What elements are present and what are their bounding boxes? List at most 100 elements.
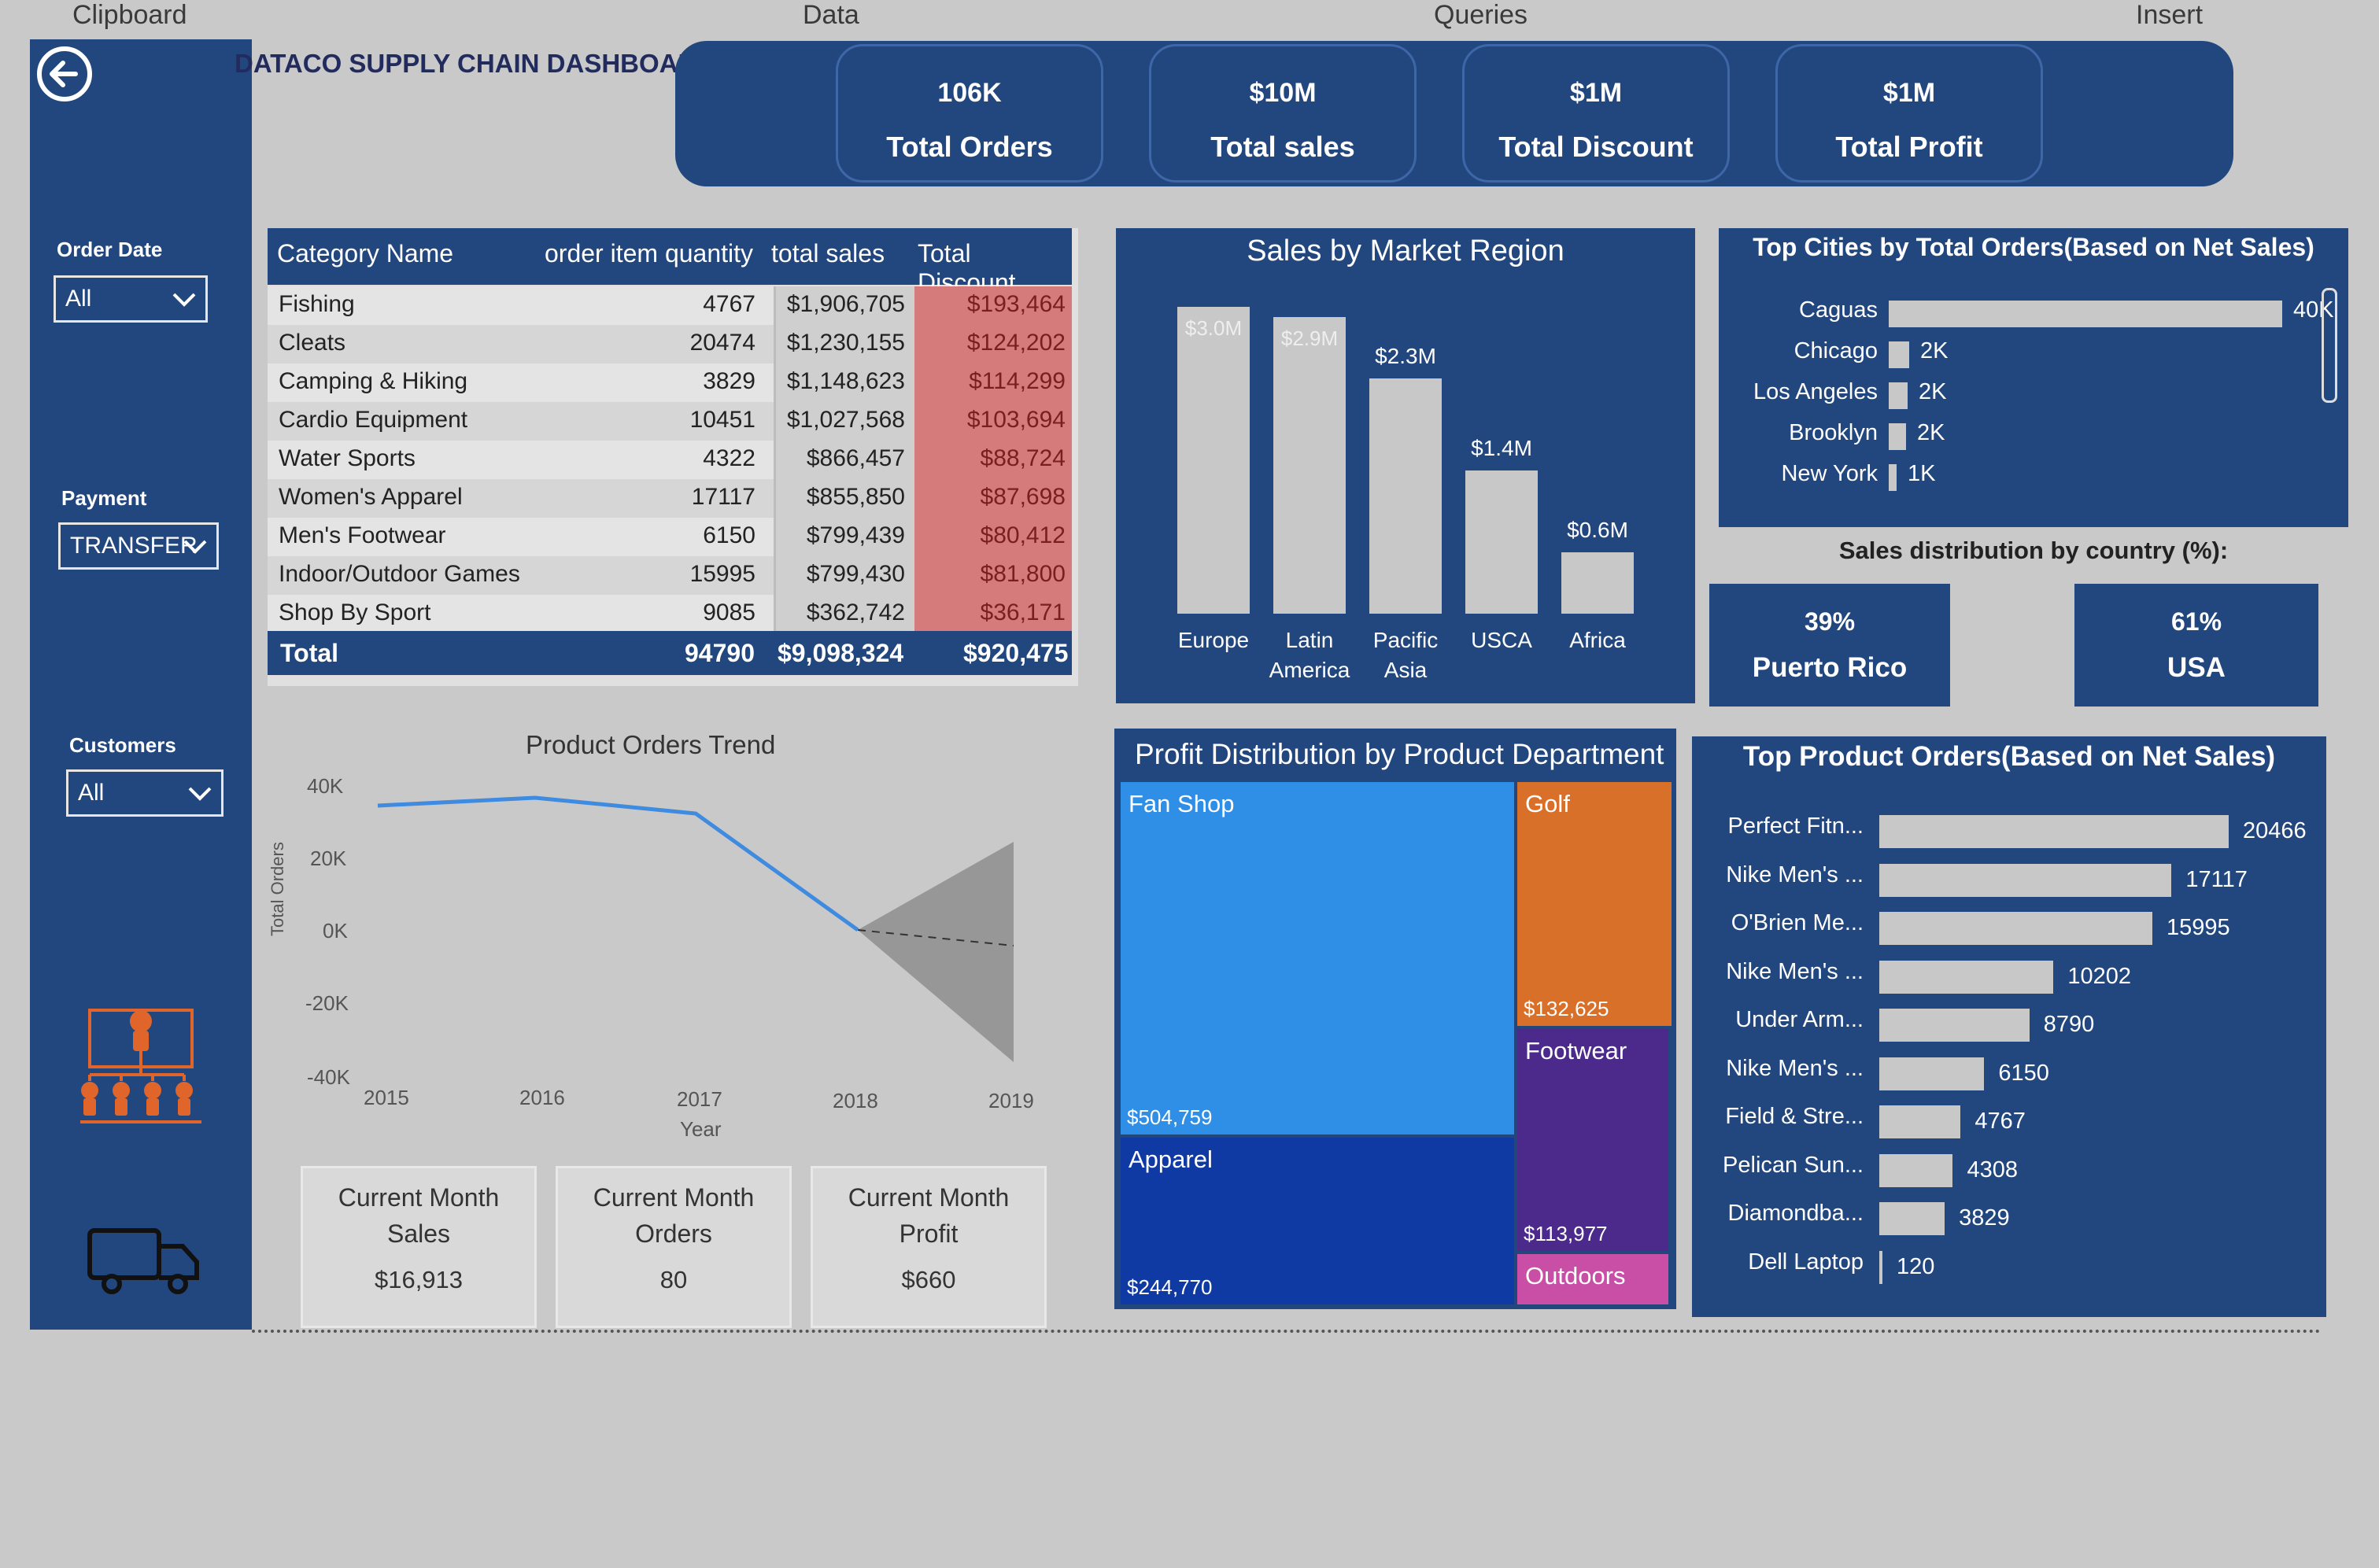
- product-name: Under Arm...: [1735, 1007, 1864, 1032]
- top-cities-title: Top Cities by Total Orders(Based on Net …: [1753, 233, 2314, 261]
- scrollbar[interactable]: [2322, 288, 2337, 403]
- table-row[interactable]: Women's Apparel 17117 $855,850 $87,698: [268, 479, 1072, 518]
- kpi-label: Total Orders: [886, 131, 1053, 163]
- country-card-puerto-rico[interactable]: 39% Puerto Rico: [1709, 584, 1950, 707]
- header-order-quantity[interactable]: order item quantity: [545, 239, 753, 268]
- region-label: Europe: [1177, 628, 1250, 652]
- table-row[interactable]: Men's Footwear 6150 $799,439 $80,412: [268, 518, 1072, 556]
- chevron-down-icon: [172, 293, 196, 307]
- dept-value: $113,977: [1524, 1222, 1608, 1245]
- total-qty: 94790: [685, 639, 755, 667]
- treemap-cell[interactable]: Apparel $244,770: [1121, 1138, 1514, 1304]
- card-title-line2: Orders: [635, 1219, 712, 1248]
- country-name: USA: [2167, 652, 2226, 683]
- category-name: Fishing: [279, 291, 355, 317]
- order-quantity: 10451: [689, 407, 755, 433]
- total-sales: $9,098,324: [778, 639, 904, 667]
- customers-value: All: [78, 780, 105, 806]
- city-value: 2K: [1920, 338, 1949, 363]
- city-name: Los Angeles: [1753, 379, 1878, 404]
- region-bar[interactable]: [1177, 307, 1250, 614]
- product-bar[interactable]: [1879, 1009, 2030, 1042]
- card-value: $16,913: [374, 1266, 464, 1293]
- page-divider: [252, 1330, 2322, 1333]
- city-bar[interactable]: [1889, 423, 1906, 450]
- country-dist-title: Sales distribution by country (%):: [1838, 537, 2229, 564]
- ribbon-data[interactable]: Data: [803, 0, 859, 31]
- product-bar[interactable]: [1879, 1105, 1961, 1138]
- header-total-sales[interactable]: total sales: [771, 239, 885, 268]
- ribbon-queries[interactable]: Queries: [1434, 0, 1528, 31]
- region-value: $2.9M: [1280, 327, 1339, 350]
- city-bar[interactable]: [1889, 382, 1908, 409]
- category-name: Cardio Equipment: [279, 407, 468, 433]
- table-row[interactable]: Cardio Equipment 10451 $1,027,568 $103,694: [268, 402, 1072, 441]
- header-category-name[interactable]: Category Name: [277, 239, 453, 268]
- dept-value: $244,770: [1127, 1275, 1213, 1299]
- product-bar[interactable]: [1879, 1153, 1953, 1187]
- product-bar[interactable]: [1879, 863, 2172, 897]
- category-name: Water Sports: [279, 445, 416, 471]
- order-quantity: 9085: [703, 600, 755, 625]
- table-row[interactable]: Shop By Sport 9085 $362,742 $36,171: [268, 595, 1072, 633]
- product-bar[interactable]: [1879, 1250, 1882, 1284]
- trend-y-tick: -40K: [307, 1065, 350, 1089]
- product-name: Field & Stre...: [1725, 1104, 1864, 1129]
- customers-dropdown[interactable]: All: [66, 769, 223, 817]
- treemap-cell[interactable]: Fan Shop $504,759: [1121, 782, 1514, 1134]
- region-bar[interactable]: [1465, 470, 1538, 614]
- order-quantity: 6150: [703, 522, 755, 548]
- region-label: Africa: [1569, 628, 1626, 652]
- table-row[interactable]: Cleats 20474 $1,230,155 $124,202: [268, 325, 1072, 363]
- table-row[interactable]: Fishing 4767 $1,906,705 $193,464: [268, 286, 1072, 325]
- ribbon-clipboard[interactable]: Clipboard: [72, 0, 187, 31]
- city-bar[interactable]: [1889, 301, 2282, 327]
- region-bar[interactable]: [1561, 552, 1634, 614]
- city-bar[interactable]: [1889, 341, 1909, 368]
- customers-label: Customers: [69, 733, 176, 757]
- region-label: USCA: [1471, 628, 1532, 652]
- kpi-total-profit[interactable]: $1M Total Profit: [1775, 44, 2043, 183]
- current-month-sales-card[interactable]: Current Month Sales $16,913: [301, 1166, 537, 1328]
- current-month-profit-card[interactable]: Current Month Profit $660: [811, 1166, 1047, 1328]
- table-row[interactable]: Indoor/Outdoor Games 15995 $799,430 $81,800: [268, 556, 1072, 595]
- trend-title: Product Orders Trend: [526, 730, 776, 759]
- kpi-label: Total Profit: [1835, 131, 1983, 163]
- top-products-panel: Top Product Orders(Based on Net Sales) P…: [1692, 736, 2326, 1317]
- kpi-total-orders[interactable]: 106K Total Orders: [836, 44, 1103, 183]
- card-title-line1: Current Month: [848, 1183, 1010, 1212]
- product-name: O'Brien Me...: [1731, 910, 1864, 935]
- kpi-value: $1M: [1882, 78, 1936, 108]
- city-bar[interactable]: [1889, 464, 1897, 491]
- region-bar[interactable]: [1369, 378, 1442, 614]
- product-value: 4308: [1967, 1157, 2018, 1182]
- profit-dept-panel: Profit Distribution by Product Departmen…: [1114, 729, 1676, 1309]
- table-row[interactable]: Water Sports 4322 $866,457 $88,724: [268, 441, 1072, 479]
- region-label-line2: Asia: [1383, 658, 1428, 682]
- product-bar[interactable]: [1879, 1202, 1945, 1235]
- order-quantity: 15995: [689, 561, 755, 587]
- card-title-line1: Current Month: [338, 1183, 500, 1212]
- order-date-dropdown[interactable]: All: [54, 275, 208, 323]
- product-bar[interactable]: [1879, 815, 2229, 848]
- total-sales: $855,850: [806, 484, 905, 510]
- region-bar[interactable]: [1273, 317, 1346, 614]
- kpi-total-sales[interactable]: $10M Total sales: [1149, 44, 1417, 183]
- treemap-cell[interactable]: Golf $132,625: [1517, 782, 1672, 1026]
- product-bar[interactable]: [1879, 960, 2054, 994]
- trend-x-tick: 2019: [988, 1089, 1034, 1112]
- payment-value: TRANSFER: [70, 533, 198, 559]
- city-value: 2K: [1919, 379, 1947, 404]
- country-card-usa[interactable]: 61% USA: [2074, 584, 2318, 707]
- treemap-cell[interactable]: Outdoors: [1517, 1254, 1668, 1304]
- back-arrow-icon[interactable]: [35, 44, 94, 104]
- treemap-cell[interactable]: Footwear $113,977: [1517, 1029, 1668, 1251]
- kpi-total-discount[interactable]: $1M Total Discount: [1462, 44, 1730, 183]
- current-month-orders-card[interactable]: Current Month Orders 80: [556, 1166, 792, 1328]
- trend-x-tick: 2015: [364, 1086, 409, 1109]
- product-bar[interactable]: [1879, 1057, 1985, 1090]
- ribbon-insert[interactable]: Insert: [2136, 0, 2203, 31]
- table-row[interactable]: Camping & Hiking 3829 $1,148,623 $114,299: [268, 363, 1072, 402]
- payment-dropdown[interactable]: TRANSFER: [58, 522, 219, 570]
- product-bar[interactable]: [1879, 912, 2152, 945]
